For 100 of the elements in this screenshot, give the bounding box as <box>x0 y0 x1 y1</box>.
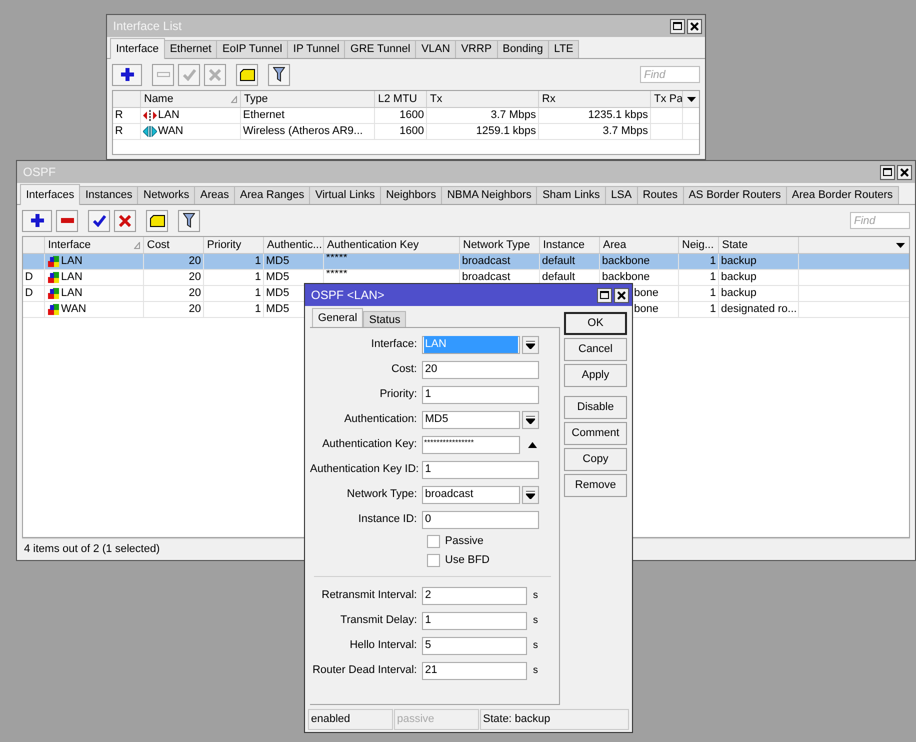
checkbox[interactable] <box>427 535 440 548</box>
checkbox-label: Use BFD <box>445 553 490 568</box>
tab[interactable]: LTE <box>548 40 580 58</box>
ethernet-icon <box>143 110 157 121</box>
dropdown-button[interactable] <box>522 410 539 428</box>
table-row[interactable]: R WAN Wireless (Atheros AR9... 1600 1259.1 kbps 3.7 Mbps <box>113 124 699 140</box>
tab[interactable]: Sham Links <box>536 186 606 204</box>
input-field[interactable]: 0 <box>422 510 539 528</box>
dialog-button[interactable]: Copy <box>564 448 627 471</box>
tab[interactable]: Networks <box>137 186 196 204</box>
column-header[interactable]: State <box>719 237 799 253</box>
toolbar-button[interactable] <box>22 210 52 232</box>
maximize-button[interactable] <box>670 18 685 34</box>
tab[interactable]: Virtual Links <box>309 186 381 204</box>
column-header[interactable]: Neig... <box>679 237 719 253</box>
table-cell: MD5 <box>266 302 290 317</box>
table-cell: 1 <box>254 286 261 301</box>
close-button[interactable] <box>897 164 912 180</box>
toolbar-button[interactable] <box>178 210 200 232</box>
tab[interactable]: EoIP Tunnel <box>216 40 288 58</box>
find-field[interactable]: Find <box>640 66 700 83</box>
tab[interactable]: Interface <box>110 38 165 59</box>
dialog-button[interactable]: Remove <box>564 474 627 497</box>
tab[interactable]: Instances <box>79 186 138 204</box>
close-icon <box>900 168 909 176</box>
tab[interactable]: Interfaces <box>20 184 80 205</box>
find-field[interactable]: Find <box>850 212 910 229</box>
tab[interactable]: VRRP <box>455 40 498 58</box>
input-field[interactable]: 2 <box>422 586 527 604</box>
input-field[interactable]: **************** <box>422 436 520 454</box>
tab[interactable]: Routes <box>636 186 684 204</box>
column-header[interactable]: Interface <box>45 237 144 253</box>
table-cell: 1600 <box>400 124 424 139</box>
toolbar-button[interactable] <box>236 64 258 86</box>
table-cell: 1 <box>254 254 261 269</box>
dialog-button[interactable]: Disable <box>564 396 627 419</box>
dialog-button[interactable]: OK <box>564 312 627 335</box>
dialog-button[interactable]: Apply <box>564 364 627 387</box>
close-button[interactable] <box>614 288 629 302</box>
tab[interactable]: Neighbors <box>380 186 442 204</box>
toolbar-button[interactable] <box>268 64 290 86</box>
column-header[interactable]: L2 MTU <box>375 91 427 107</box>
column-header[interactable]: Network Type <box>460 237 540 253</box>
column-header[interactable]: Priority <box>204 237 264 253</box>
table-cell: 1 <box>710 302 716 317</box>
table-cell: 3.7 Mbps <box>490 108 536 123</box>
tab[interactable]: IP Tunnel <box>287 40 346 58</box>
status-text: State: backup <box>483 712 550 728</box>
close-icon <box>617 290 626 300</box>
toolbar-button[interactable] <box>88 210 110 232</box>
column-header[interactable]: Instance <box>540 237 600 253</box>
checkbox-row[interactable]: Passive <box>310 532 559 551</box>
input-field[interactable]: broadcast <box>422 486 520 504</box>
table-cell-text: LAN <box>61 254 82 270</box>
window-title: OSPF <LAN> <box>311 287 386 304</box>
tab[interactable]: GRE Tunnel <box>344 40 416 58</box>
maximize-button[interactable] <box>597 288 612 302</box>
input-field[interactable]: 1 <box>422 460 539 478</box>
dropdown-button[interactable] <box>522 486 539 504</box>
tab[interactable]: Area Ranges <box>234 186 310 204</box>
tab[interactable]: General <box>312 308 364 327</box>
column-header[interactable]: Area <box>600 237 679 253</box>
dropdown-icon <box>526 416 535 424</box>
column-header[interactable]: Authentic... <box>264 237 324 253</box>
input-field[interactable]: MD5 <box>422 410 520 428</box>
puzzle-icon <box>48 256 60 268</box>
status-text: enabled <box>311 712 350 728</box>
column-header[interactable]: Cost <box>144 237 204 253</box>
column-header[interactable]: Tx <box>427 91 539 107</box>
column-header[interactable]: Rx <box>539 91 651 107</box>
dropdown-button[interactable] <box>522 336 539 354</box>
tab[interactable]: Areas <box>194 186 235 204</box>
dialog-button[interactable]: Cancel <box>564 338 627 361</box>
column-header[interactable]: Type <box>241 91 375 107</box>
tab[interactable]: Area Border Routers <box>786 186 899 204</box>
tab[interactable]: AS Border Routers <box>682 186 787 204</box>
tab[interactable]: NBMA Neighbors <box>441 186 538 204</box>
input-field[interactable]: 1 <box>422 386 539 404</box>
input-field[interactable]: 1 <box>422 612 527 630</box>
dialog-button[interactable]: Comment <box>564 422 627 445</box>
tab[interactable]: LSA <box>604 186 638 204</box>
close-button[interactable] <box>687 18 702 34</box>
tab[interactable]: Ethernet <box>164 40 218 58</box>
toolbar-button[interactable] <box>112 64 142 86</box>
toolbar-button[interactable] <box>146 210 168 232</box>
tab[interactable]: Status <box>363 311 406 327</box>
column-header[interactable]: Name <box>141 91 241 107</box>
check-icon <box>182 68 196 80</box>
tab[interactable]: VLAN <box>415 40 456 58</box>
input-field[interactable]: 5 <box>422 636 527 654</box>
close-icon <box>690 22 699 30</box>
checkbox[interactable] <box>427 554 440 567</box>
input-field[interactable]: 20 <box>422 360 539 378</box>
tab[interactable]: Bonding <box>496 40 550 58</box>
column-header[interactable]: Authentication Key <box>324 237 460 253</box>
input-field[interactable]: 21 <box>422 662 527 680</box>
checkbox-row[interactable]: Use BFD <box>310 551 559 570</box>
table-row[interactable]: R LAN Ethernet 1600 3.7 Mbps 1235.1 kbps <box>113 108 699 124</box>
dropdown-icon <box>686 96 696 102</box>
maximize-button[interactable] <box>880 164 895 180</box>
